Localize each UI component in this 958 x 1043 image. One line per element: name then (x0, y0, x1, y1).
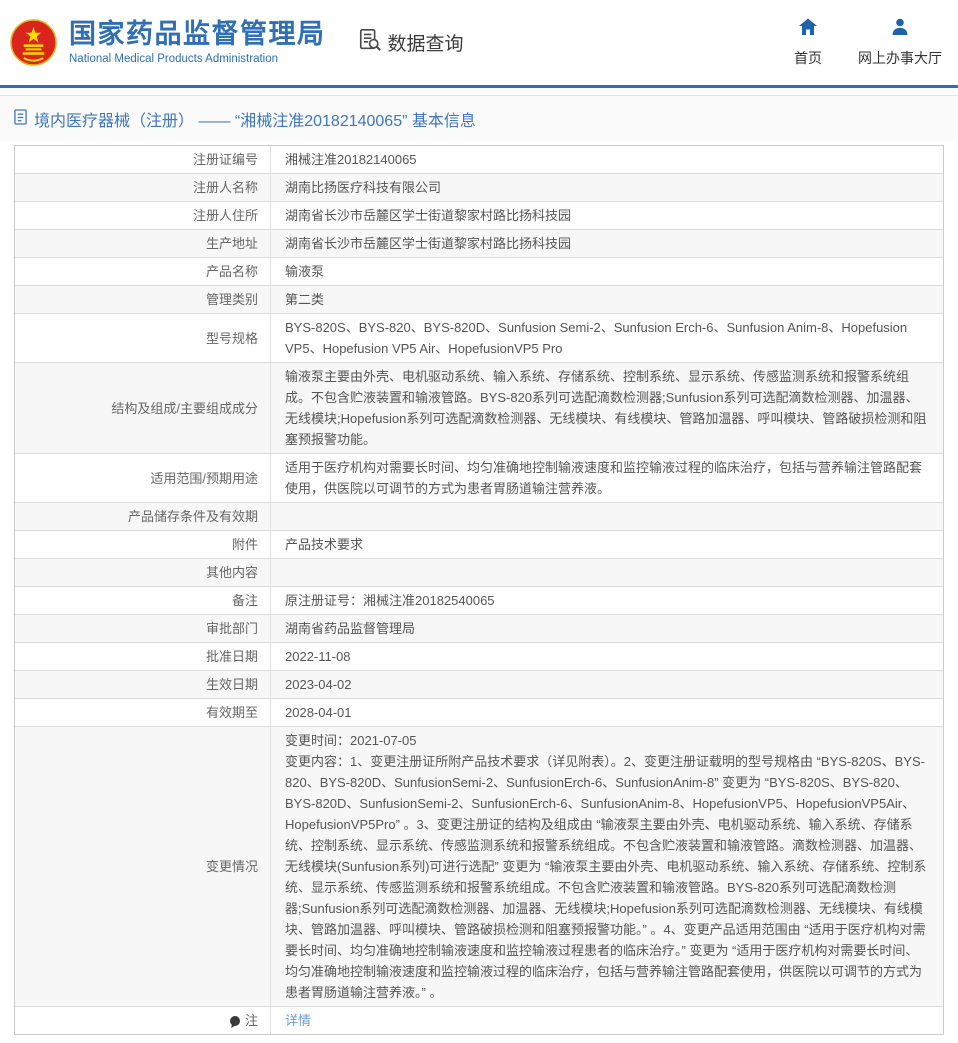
row-value: 湖南比扬医疗科技有限公司 (285, 180, 442, 195)
row-value: 原注册证号：湘械注准20182540065 (285, 593, 495, 608)
row-label: 型号规格 (15, 314, 271, 362)
data-query-nav[interactable]: 数据查询 (358, 28, 464, 57)
document-magnifier-icon (358, 28, 382, 57)
row-label: 适用范围/预期用途 (15, 454, 271, 502)
table-row-management-class: 管理类别 第二类 (15, 286, 943, 314)
table-row-attachment: 附件 产品技术要求 (15, 531, 943, 559)
row-value (271, 559, 943, 586)
table-row-model-spec: 型号规格 BYS-820S、BYS-820、BYS-820D、Sunfusion… (15, 314, 943, 363)
row-value: 详情 (271, 1007, 943, 1034)
table-row-change-history: 变更情况 变更时间：2021-07-05 变更内容：1、变更注册证所附产品技术要… (15, 727, 943, 1007)
nav-home-label: 首页 (794, 50, 822, 66)
row-label: 注册证编号 (15, 146, 271, 173)
note-label: 注 (244, 1013, 258, 1028)
row-value: 湖南省药品监督管理局 (285, 621, 416, 636)
org-name-zh: 国家药品监督管理局 (69, 18, 326, 49)
document-icon (14, 108, 27, 130)
nav-service-hall-label: 网上办事大厅 (858, 50, 942, 66)
table-row-product-name: 产品名称 输液泵 (15, 258, 943, 286)
row-label: 管理类别 (15, 286, 271, 313)
row-label: 变更情况 (15, 727, 271, 1006)
table-row-expiry-date: 有效期至 2028-04-01 (15, 699, 943, 727)
home-icon (798, 17, 818, 42)
person-icon (890, 17, 910, 42)
speech-balloon-icon (229, 1014, 241, 1028)
row-label: 审批部门 (15, 615, 271, 642)
table-row-note: 注 详情 (15, 1007, 943, 1034)
row-value: BYS-820S、BYS-820、BYS-820D、Sunfusion Semi… (285, 320, 908, 356)
table-row-structure-composition: 结构及组成/主要组成成分 输液泵主要由外壳、电机驱动系统、输入系统、存储系统、控… (15, 363, 943, 454)
table-row-intended-use: 适用范围/预期用途 适用于医疗机构对需要长时间、均匀准确地控制输液速度和监控输液… (15, 454, 943, 503)
data-query-label: 数据查询 (387, 34, 464, 55)
row-value (271, 503, 943, 530)
table-row-cert-no: 注册证编号 湘械注准20182140065 (15, 146, 943, 174)
page-title-bar: 境内医疗器械（注册） —— “湘械注准20182140065” 基本信息 (0, 95, 958, 141)
page-title: 境内医疗器械（注册） —— “湘械注准20182140065” 基本信息 (34, 113, 476, 130)
row-label: 产品名称 (15, 258, 271, 285)
details-link[interactable]: 详情 (285, 1010, 311, 1031)
row-value: 产品技术要求 (285, 537, 364, 552)
row-label: 注 (15, 1007, 271, 1034)
row-label: 注册人名称 (15, 174, 271, 201)
row-value: 变更时间：2021-07-05 变更内容：1、变更注册证所附产品技术要求（详见附… (285, 733, 927, 1000)
row-label: 其他内容 (15, 559, 271, 586)
row-label: 结构及组成/主要组成成分 (15, 363, 271, 453)
table-row-registrant-address: 注册人住所 湖南省长沙市岳麓区学士街道黎家村路比扬科技园 (15, 202, 943, 230)
table-row-remarks: 备注 原注册证号：湘械注准20182540065 (15, 587, 943, 615)
nav-home[interactable]: 首页 (794, 17, 822, 68)
row-label: 有效期至 (15, 699, 271, 726)
site-header: 国家药品监督管理局 National Medical Products Admi… (0, 0, 958, 88)
row-label: 生效日期 (15, 671, 271, 698)
row-label: 附件 (15, 531, 271, 558)
table-row-registrant-name: 注册人名称 湖南比扬医疗科技有限公司 (15, 174, 943, 202)
row-value: 湖南省长沙市岳麓区学士街道黎家村路比扬科技园 (285, 208, 572, 223)
table-row-effective-date: 生效日期 2023-04-02 (15, 671, 943, 699)
national-emblem-icon (10, 19, 57, 66)
row-label: 注册人住所 (15, 202, 271, 229)
row-value: 输液泵主要由外壳、电机驱动系统、输入系统、存储系统、控制系统、显示系统、传感监测… (285, 369, 927, 447)
table-row-approval-date: 批准日期 2022-11-08 (15, 643, 943, 671)
row-value: 湖南省长沙市岳麓区学士街道黎家村路比扬科技园 (285, 236, 572, 251)
brand[interactable]: 国家药品监督管理局 National Medical Products Admi… (10, 19, 326, 66)
table-row-storage-validity: 产品储存条件及有效期 (15, 503, 943, 531)
row-label: 备注 (15, 587, 271, 614)
header-nav: 首页 网上办事大厅 (794, 17, 958, 68)
row-value: 第二类 (285, 292, 325, 307)
org-names: 国家药品监督管理局 National Medical Products Admi… (69, 18, 326, 65)
row-value: 2023-04-02 (285, 677, 352, 692)
org-name-en: National Medical Products Administration (69, 52, 279, 65)
row-value: 湘械注准20182140065 (285, 152, 417, 167)
row-value: 输液泵 (285, 264, 325, 279)
row-label: 批准日期 (15, 643, 271, 670)
row-label: 生产地址 (15, 230, 271, 257)
table-row-approval-department: 审批部门 湖南省药品监督管理局 (15, 615, 943, 643)
table-row-production-address: 生产地址 湖南省长沙市岳麓区学士街道黎家村路比扬科技园 (15, 230, 943, 258)
row-value: 2022-11-08 (285, 649, 351, 664)
table-row-other-content: 其他内容 (15, 559, 943, 587)
row-label: 产品储存条件及有效期 (15, 503, 271, 530)
nav-service-hall[interactable]: 网上办事大厅 (858, 17, 942, 68)
row-value: 2028-04-01 (285, 705, 352, 720)
row-value: 适用于医疗机构对需要长时间、均匀准确地控制输液速度和监控输液过程的临床治疗，包括… (285, 460, 923, 496)
registration-info-table: 注册证编号 湘械注准20182140065 注册人名称 湖南比扬医疗科技有限公司… (14, 145, 944, 1035)
